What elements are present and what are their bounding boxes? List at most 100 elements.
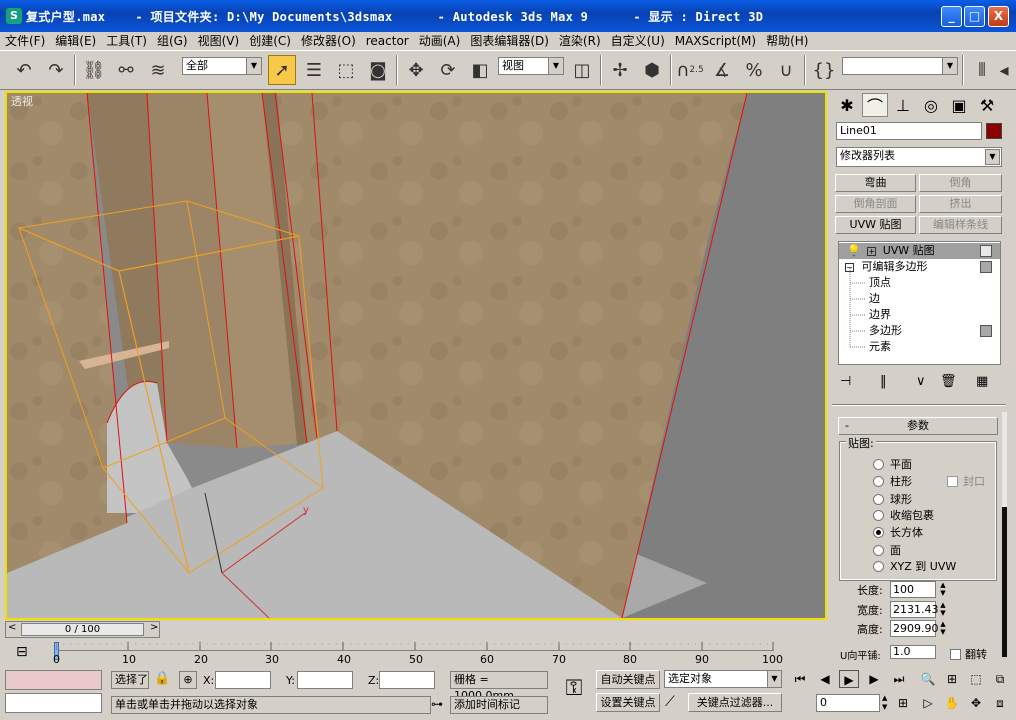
close-button[interactable]: X [988, 6, 1009, 27]
select-object-icon[interactable]: ➚ [268, 55, 296, 85]
stack-item-toggle[interactable] [980, 325, 992, 337]
pivot-center-icon[interactable]: ◫ [568, 55, 596, 85]
menu-help[interactable]: 帮助(H) [761, 32, 813, 49]
key-mode-icon[interactable]: ⊞ [893, 694, 913, 712]
width-spinner[interactable]: 2131.43 [890, 601, 939, 618]
pan-view-icon[interactable]: ✋ [942, 694, 962, 712]
mapping-xyz-to-uvw-radio[interactable]: XYZ 到 UVW [873, 558, 956, 574]
perspective-viewport[interactable]: y 透视 [5, 91, 827, 620]
mirror-icon[interactable]: ⫴ [968, 55, 996, 85]
create-tab-icon[interactable]: ✱ [834, 93, 860, 117]
select-and-scale-icon[interactable]: ◧ [466, 55, 494, 85]
default-tangent-icon[interactable]: ⟋ [665, 694, 675, 710]
pin-stack-icon[interactable]: ⊣ [840, 374, 851, 389]
lock-selection-icon[interactable]: 🔒 [154, 671, 170, 686]
mapping-spherical-radio[interactable]: 球形 [873, 491, 912, 507]
modifier-list-dropdown[interactable]: 修改器列表 ▼ [836, 147, 1002, 167]
cap-checkbox[interactable]: 封口 [947, 473, 985, 489]
y-coordinate-field[interactable] [297, 671, 353, 689]
uvw-map-button[interactable]: UVW 贴图 [835, 216, 916, 234]
menu-graph-editors[interactable]: 图表编辑器(D) [465, 32, 554, 49]
zoom-all-icon[interactable]: ⊞ [942, 670, 962, 688]
zoom-extents-icon[interactable]: ⬚ [966, 670, 986, 688]
maximize-viewport-icon[interactable]: ⧈ [990, 694, 1010, 712]
panel-scroll-thumb[interactable] [1002, 507, 1007, 657]
minimize-button[interactable]: _ [941, 6, 962, 27]
x-coordinate-field[interactable] [215, 671, 271, 689]
mapping-cylindrical-radio[interactable]: 柱形 [873, 473, 912, 489]
reference-coordinate-dropdown[interactable]: 视图 ▼ [498, 57, 564, 75]
add-time-tag[interactable]: 添加时间标记 [450, 696, 548, 714]
menu-tools[interactable]: 工具(T) [101, 32, 152, 49]
time-slider-next-icon[interactable]: > [150, 622, 158, 633]
menu-customize[interactable]: 自定义(U) [606, 32, 670, 49]
menu-reactor[interactable]: reactor [361, 34, 414, 48]
selection-filter-dropdown[interactable]: 全部 ▼ [182, 57, 262, 75]
key-filters-button[interactable]: 关键点过滤器... [688, 693, 782, 712]
percent-snap-icon[interactable]: % [740, 55, 768, 85]
menu-modifiers[interactable]: 修改器(O) [296, 32, 361, 49]
go-to-end-icon[interactable]: ⏭ [889, 670, 909, 688]
display-tab-icon[interactable]: ▣ [946, 93, 972, 117]
show-end-result-icon[interactable]: ‖ [880, 374, 887, 389]
angle-snap-icon[interactable]: ∡ [708, 55, 736, 85]
height-spinner[interactable]: 2909.90 [890, 620, 939, 637]
mapping-box-radio[interactable]: 长方体 [873, 524, 923, 540]
play-icon[interactable]: ▶ [839, 670, 859, 688]
configure-modifier-sets-icon[interactable]: ▦ [976, 374, 988, 389]
redo-icon[interactable]: ↷ [42, 55, 70, 85]
menu-group[interactable]: 组(G) [152, 32, 193, 49]
modify-tab-icon[interactable]: ⌒ [862, 93, 888, 117]
keyboard-shortcut-override-icon[interactable]: ⬢ [638, 55, 666, 85]
menu-maxscript[interactable]: MAXScript(M) [670, 34, 761, 48]
parameters-rollout-header[interactable]: - 参数 [838, 417, 998, 435]
previous-frame-icon[interactable]: ◀ [815, 670, 835, 688]
rectangular-selection-icon[interactable]: ⬚ [332, 55, 360, 85]
hierarchy-tab-icon[interactable]: ⊥ [890, 93, 916, 117]
menu-create[interactable]: 创建(C) [244, 32, 296, 49]
zoom-icon[interactable]: 🔍 [918, 670, 938, 688]
zoom-extents-all-icon[interactable]: ⧉ [990, 670, 1010, 688]
key-filter-selection-dropdown[interactable]: 选定对象 ▼ [664, 670, 782, 688]
next-frame-icon[interactable]: ▶ [864, 670, 884, 688]
maxscript-listener-mini[interactable] [5, 670, 102, 690]
go-to-start-icon[interactable]: ⏮ [790, 670, 810, 688]
window-crossing-icon[interactable]: ◙ [364, 55, 392, 85]
undo-icon[interactable]: ↶ [10, 55, 38, 85]
unlink-selection-icon[interactable]: ⚯ [112, 55, 140, 85]
current-frame-field[interactable]: 0 [816, 694, 880, 712]
remove-modifier-icon[interactable]: 🗑 [940, 374, 957, 389]
bend-button[interactable]: 弯曲 [835, 174, 916, 192]
maxscript-input[interactable] [5, 693, 102, 713]
set-key-icon[interactable]: ⚿ [556, 676, 592, 706]
arc-rotate-icon[interactable]: ✥ [966, 694, 986, 712]
viewport-label[interactable]: 透视 [11, 93, 33, 109]
frame-spinner-arrows[interactable]: ▲ ▼ [882, 694, 890, 712]
time-slider-prev-icon[interactable]: < [8, 622, 16, 633]
bevel-profile-button[interactable]: 倒角剖面 [835, 195, 916, 213]
select-and-link-icon[interactable]: ⛓ [80, 55, 108, 85]
menu-animation[interactable]: 动画(A) [414, 32, 466, 49]
edit-named-selection-icon[interactable]: {} [810, 55, 838, 85]
app-icon[interactable]: S [6, 8, 22, 24]
utilities-tab-icon[interactable]: ⚒ [974, 93, 1000, 117]
set-key-button[interactable]: 设置关键点 [596, 693, 660, 712]
select-and-move-icon[interactable]: ✥ [402, 55, 430, 85]
mapping-face-radio[interactable]: 面 [873, 542, 901, 558]
object-color-swatch[interactable] [986, 123, 1002, 139]
flip-checkbox[interactable]: 翻转 [950, 646, 987, 662]
stack-item-toggle[interactable] [980, 245, 992, 257]
object-name-field[interactable]: Line01 [836, 122, 982, 140]
field-of-view-icon[interactable]: ▷ [918, 694, 938, 712]
mapping-shrink-wrap-radio[interactable]: 收缩包裹 [873, 507, 934, 523]
menu-file[interactable]: 文件(F) [0, 32, 50, 49]
maximize-button[interactable]: □ [964, 6, 985, 27]
select-and-rotate-icon[interactable]: ⟳ [434, 55, 462, 85]
bind-space-warp-icon[interactable]: ≋ [144, 55, 172, 85]
time-slider[interactable]: < 0 / 100 > [5, 621, 160, 638]
length-spinner-arrows[interactable]: ▲ ▼ [938, 581, 948, 598]
menu-rendering[interactable]: 渲染(R) [554, 32, 606, 49]
named-selection-dropdown[interactable]: ▼ [842, 57, 958, 75]
mapping-planar-radio[interactable]: 平面 [873, 456, 912, 472]
snaps-toggle-icon[interactable]: ∩ 2.5 [676, 55, 704, 85]
